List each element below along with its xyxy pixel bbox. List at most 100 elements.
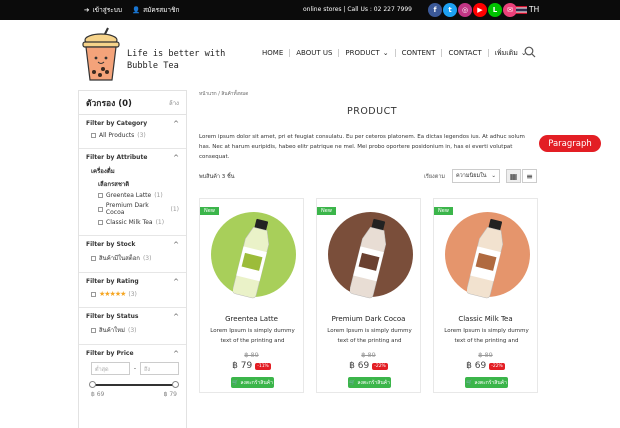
filter-sidebar: ตัวกรอง (0) ล้าง Filter by Category ^ All… (78, 90, 187, 428)
nav-product[interactable]: PRODUCT ⌄ (339, 49, 396, 57)
old-price: ฿ 89 (361, 351, 376, 359)
filter-checkbox[interactable]: Premium Dark Cocoa (1) (98, 202, 179, 216)
product-description: Lorem Ipsum is simply dummy text of the … (327, 328, 412, 344)
login-link[interactable]: ➔ เข้าสู่ระบบ (84, 5, 122, 15)
discount-badge: -11% (255, 362, 271, 370)
cart-icon: 🛒 (232, 379, 239, 386)
filter-status: Filter by Status ^ สินค้าใหม่ (3) (79, 308, 186, 345)
chevron-up-icon: ^ (173, 154, 179, 162)
slider-handle-max[interactable] (172, 381, 179, 388)
instagram-icon[interactable]: ◎ (458, 3, 472, 17)
clear-filters-link[interactable]: ล้าง (169, 98, 179, 108)
result-count: พบสินค้า 3 ชิ้น (199, 174, 235, 180)
filter-checkbox[interactable]: สินค้าใหม่ (3) (91, 325, 179, 335)
user-icon: 👤 (131, 6, 141, 14)
new-badge: New (434, 207, 453, 215)
filter-category: Filter by Category ^ All Products (3) (79, 115, 186, 149)
filter-header: ตัวกรอง (0) ล้าง (79, 91, 186, 115)
bottle-icon (350, 218, 387, 299)
product-card[interactable]: New Greentea Latte Lorem Ipsum is simply… (199, 198, 304, 393)
search-icon[interactable] (524, 46, 536, 58)
nav-about[interactable]: ABOUT US (290, 49, 340, 57)
page-title: PRODUCT (347, 106, 398, 117)
filter-stock: Filter by Stock ^ สินค้ามีในสต็อก (3) (79, 236, 186, 273)
paragraph-badge: Paragraph (539, 135, 601, 152)
price-max-input[interactable]: ถึง (140, 362, 179, 375)
price-max-label: ฿ 79 (163, 391, 177, 398)
cart-icon: 🛒 (349, 379, 356, 386)
chevron-down-icon: ⌄ (491, 173, 496, 179)
youtube-icon[interactable]: ▶ (473, 3, 487, 17)
sort-select[interactable]: ความนิยมใน ⌄ (452, 169, 500, 183)
price: ฿ 69 (349, 361, 370, 371)
twitter-icon[interactable]: t (443, 3, 457, 17)
nav-content[interactable]: CONTENT (396, 49, 443, 57)
brand-slogan: Life is better with Bubble Tea (127, 49, 226, 71)
product-name[interactable]: Greentea Latte (200, 315, 303, 323)
price-min-input[interactable]: ต่ำสุด (91, 362, 130, 375)
chevron-up-icon: ^ (173, 313, 179, 321)
chevron-up-icon: ^ (173, 241, 179, 249)
filter-checkbox[interactable]: สินค้ามีในสต็อก (3) (91, 253, 179, 263)
nav-contact[interactable]: CONTACT (442, 49, 489, 57)
language-label[interactable]: TH (529, 5, 539, 14)
filter-checkbox[interactable]: All Products (3) (91, 132, 179, 139)
chevron-down-icon: ⌄ (382, 49, 389, 57)
product-card[interactable]: New Classic Milk Tea Lorem Ipsum is simp… (433, 198, 538, 393)
email-icon[interactable]: ✉ (503, 3, 517, 17)
new-badge: New (317, 207, 336, 215)
breadcrumb[interactable]: หน้าแรก / สินค้าทั้งหมด (199, 90, 248, 98)
bubble-tea-logo-icon[interactable] (80, 26, 122, 82)
sort-label: เรียงตาม (424, 174, 446, 180)
price: ฿ 69 (466, 361, 487, 371)
filter-rating: Filter by Rating ^ ★★★★★ (3) (79, 273, 186, 308)
attribute-subgroup: เลือกรสชาติ (98, 181, 130, 188)
main-nav: HOME ABOUT US PRODUCT ⌄ CONTENT CONTACT เ… (256, 46, 533, 60)
thai-flag-icon[interactable] (516, 6, 527, 14)
old-price: ฿ 89 (244, 351, 259, 359)
cart-icon: 🛒 (466, 379, 473, 386)
star-rating-icon: ★★★★★ (99, 290, 126, 298)
chevron-up-icon: ^ (173, 278, 179, 286)
product-description: Lorem Ipsum is simply dummy text of the … (210, 328, 295, 344)
contact-info: online stores | Call Us : 02 227 7999 (303, 6, 412, 13)
slider-handle-min[interactable] (89, 381, 96, 388)
intro-paragraph: Lorem ipsum dolor sit amet, pri et feugi… (199, 134, 525, 160)
login-icon: ➔ (84, 6, 90, 14)
filter-checkbox[interactable]: Classic Milk Tea (1) (98, 219, 179, 226)
chevron-up-icon: ^ (173, 350, 179, 358)
filter-price: Filter by Price ^ ต่ำสุด - ถึง ฿ 69 ฿ 79 (86, 350, 179, 398)
product-card[interactable]: New Premium Dark Cocoa Lorem Ipsum is si… (316, 198, 421, 393)
grid-icon: ▦ (509, 171, 518, 181)
list-icon: ≡ (526, 171, 533, 181)
chevron-up-icon: ^ (173, 120, 179, 128)
list-view-button[interactable]: ≡ (522, 169, 537, 183)
top-bar: ➔ เข้าสู่ระบบ 👤 สมัครสมาชิก online stores … (0, 0, 620, 20)
filter-title: ตัวกรอง (0) (86, 98, 132, 109)
line-icon[interactable]: L (488, 3, 502, 17)
bottle-icon (233, 218, 270, 299)
facebook-icon[interactable]: f (428, 3, 442, 17)
bottle-icon (467, 218, 504, 299)
old-price: ฿ 89 (478, 351, 493, 359)
price-min-label: ฿ 69 (91, 391, 105, 398)
price: ฿ 79 (232, 361, 253, 371)
discount-badge: -22% (372, 362, 388, 370)
attribute-group: เครื่องดื่ม (91, 168, 115, 175)
add-to-cart-button[interactable]: 🛒 ลงตะกร้าสินค้า (465, 377, 508, 388)
product-name[interactable]: Premium Dark Cocoa (317, 315, 420, 323)
register-link[interactable]: 👤 สมัครสมาชิก (132, 5, 179, 15)
product-description: Lorem Ipsum is simply dummy text of the … (444, 328, 529, 344)
new-badge: New (200, 207, 219, 215)
filter-checkbox[interactable]: ★★★★★ (3) (91, 290, 179, 298)
add-to-cart-button[interactable]: 🛒 ลงตะกร้าสินค้า (348, 377, 391, 388)
add-to-cart-button[interactable]: 🛒 ลงตะกร้าสินค้า (231, 377, 274, 388)
nav-home[interactable]: HOME (256, 49, 291, 57)
grid-view-button[interactable]: ▦ (506, 169, 521, 183)
price-slider[interactable] (89, 381, 179, 388)
product-name[interactable]: Classic Milk Tea (434, 315, 537, 323)
discount-badge: -22% (489, 362, 505, 370)
filter-attribute: Filter by Attribute ^ เครื่องดื่ม เลือกรส… (79, 149, 186, 236)
account-links: ➔ เข้าสู่ระบบ 👤 สมัครสมาชิก (84, 0, 179, 20)
filter-checkbox[interactable]: Greentea Latte (1) (98, 192, 179, 199)
